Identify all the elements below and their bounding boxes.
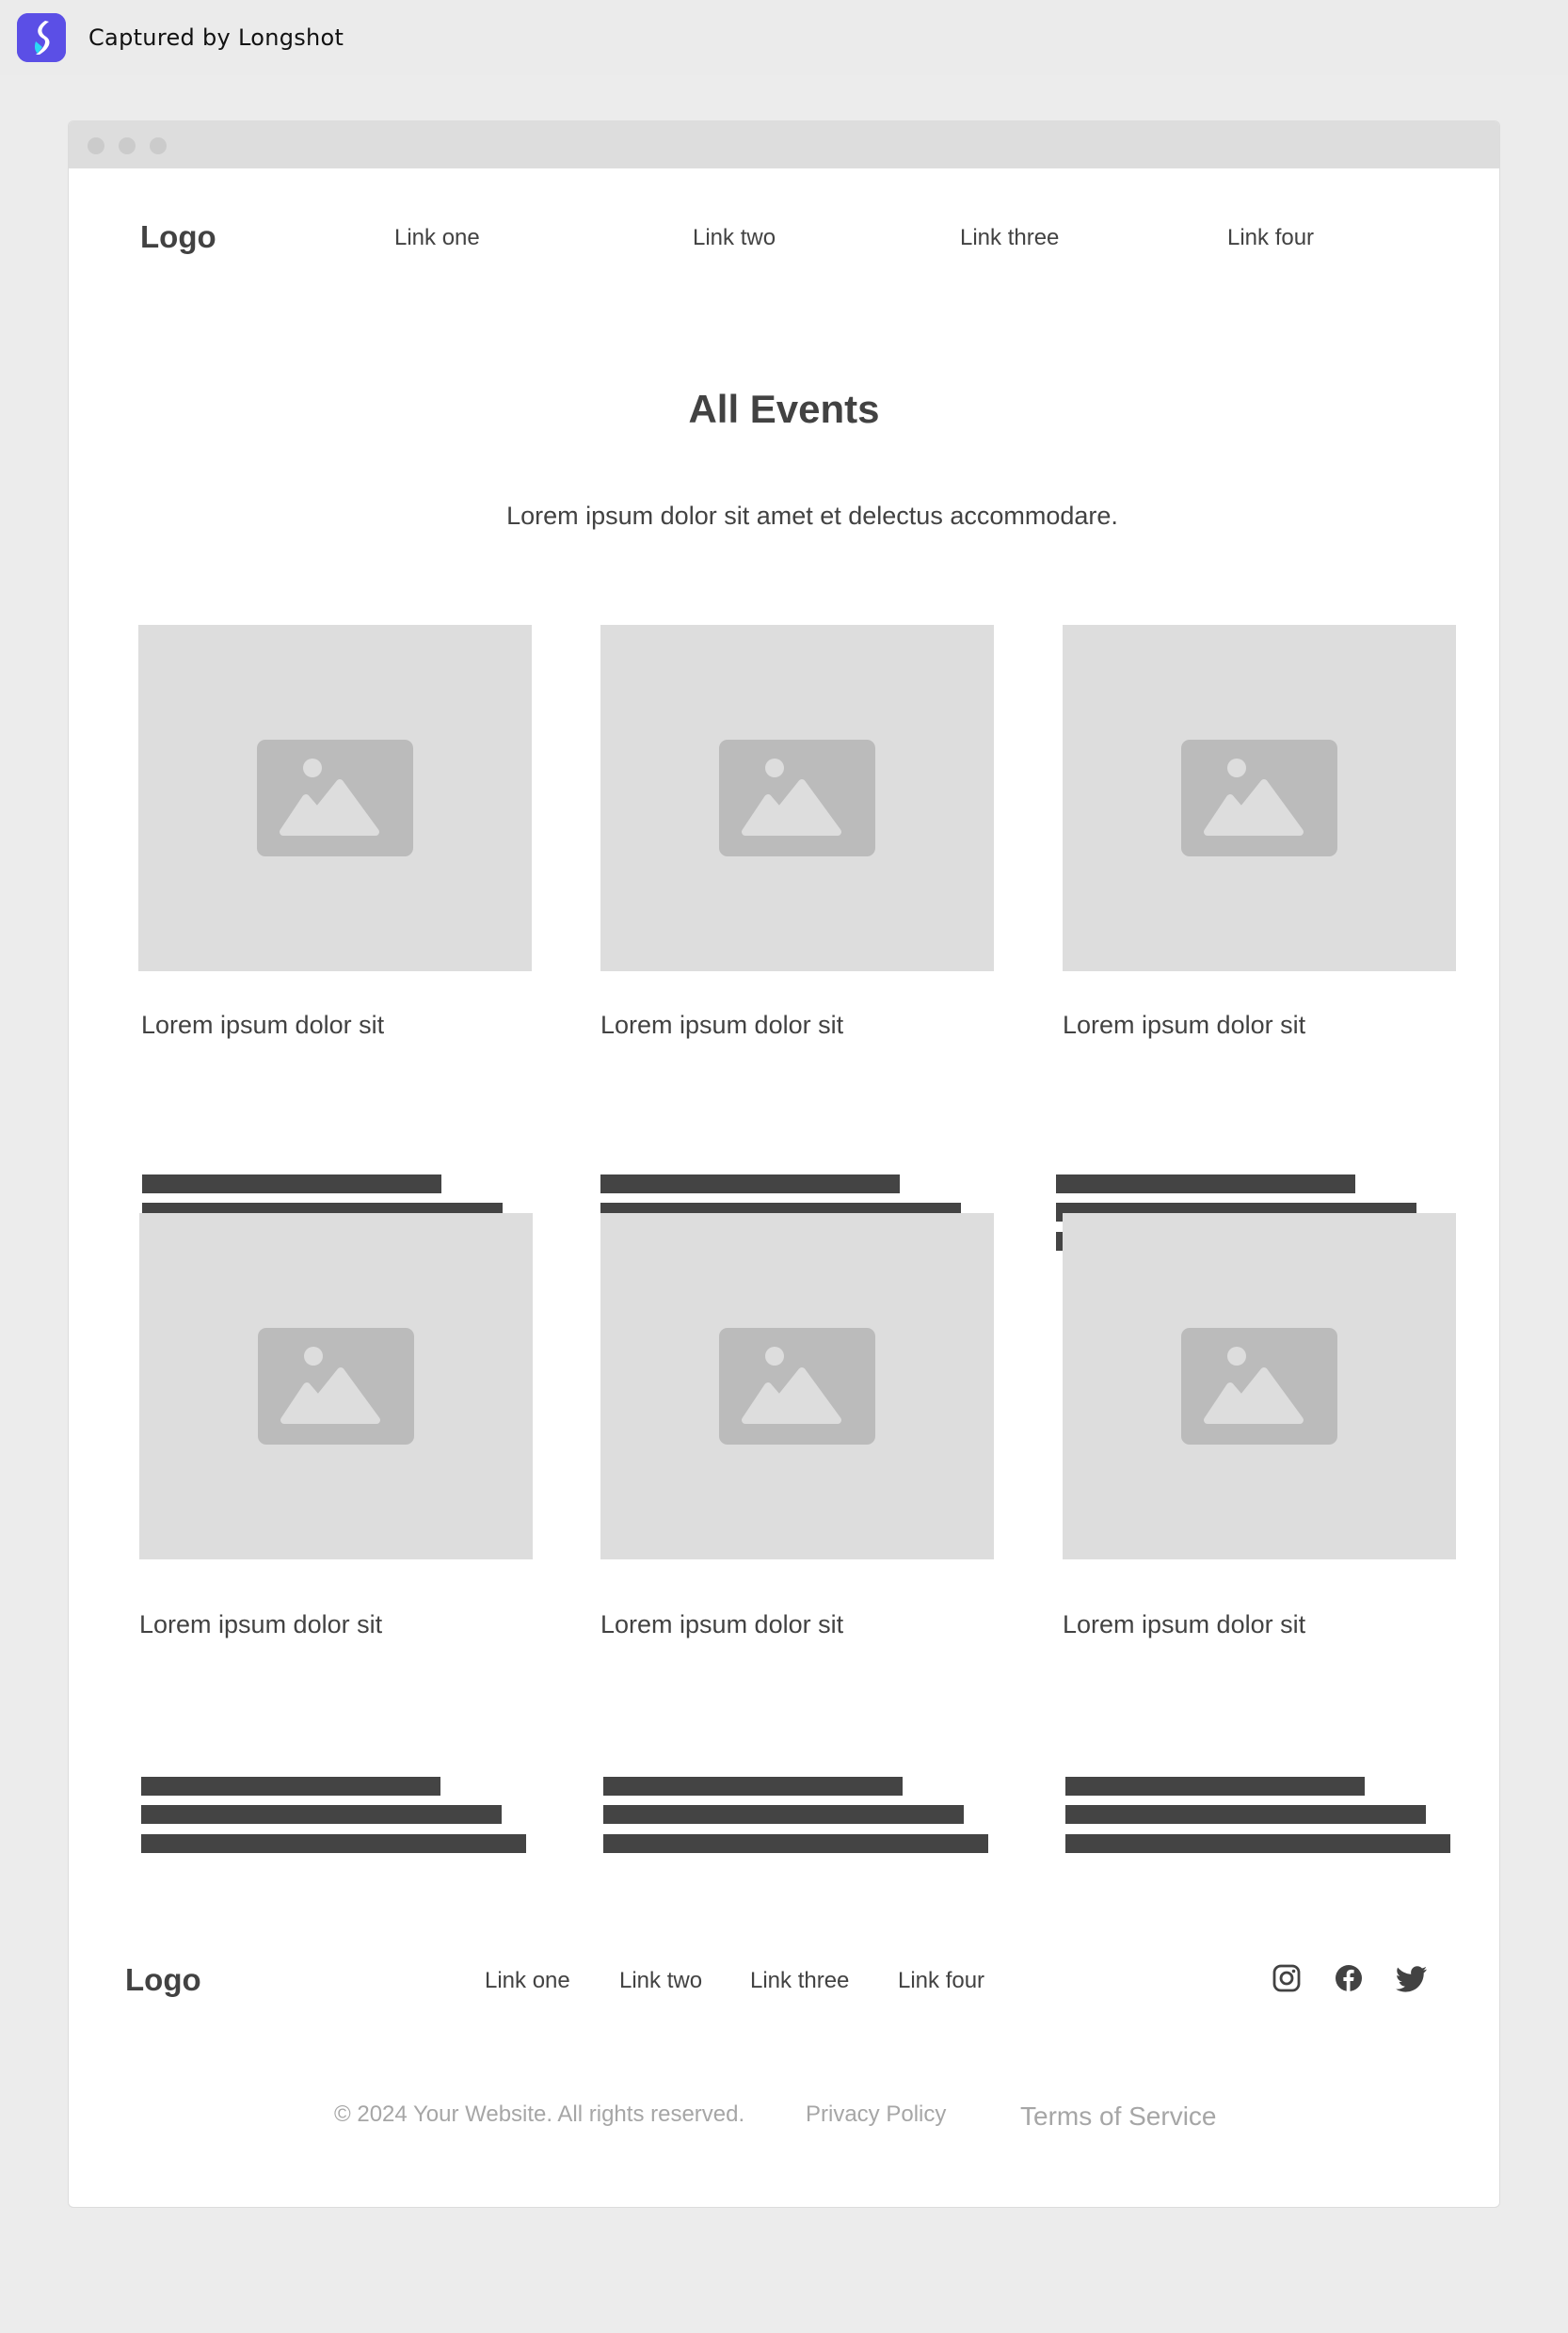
privacy-policy-link[interactable]: Privacy Policy: [806, 2101, 946, 2128]
instagram-icon[interactable]: [1272, 1963, 1302, 1993]
text-line-placeholder: [603, 1834, 988, 1853]
event-title: Lorem ipsum dolor sit: [1063, 1610, 1306, 1638]
event-title: Lorem ipsum dolor sit: [141, 1011, 385, 1039]
event-image-placeholder: [600, 1213, 994, 1559]
event-image-placeholder: [1063, 625, 1456, 971]
browser-window: Logo Link one Link two Link three Link f…: [68, 120, 1500, 2208]
page-title: All Events: [688, 387, 880, 431]
image-placeholder-icon: [719, 1328, 875, 1445]
text-line-placeholder: [1056, 1174, 1355, 1193]
text-line-placeholder: [600, 1174, 900, 1193]
image-placeholder-icon: [1181, 740, 1337, 856]
footer-link-three[interactable]: Link three: [750, 1968, 849, 1994]
image-placeholder-icon: [258, 1328, 414, 1445]
footer-logo[interactable]: Logo: [125, 1962, 201, 1998]
event-image-placeholder: [139, 1213, 533, 1559]
terms-of-service-link[interactable]: Terms of Service: [1020, 2101, 1217, 2132]
capture-title: Captured by Longshot: [88, 24, 344, 51]
event-title: Lorem ipsum dolor sit: [600, 1610, 844, 1638]
footer-link-two[interactable]: Link two: [619, 1968, 702, 1994]
facebook-icon[interactable]: [1334, 1963, 1364, 1993]
window-dot-maximize: [150, 137, 167, 154]
text-line-placeholder: [142, 1174, 441, 1193]
event-title: Lorem ipsum dolor sit: [1063, 1011, 1306, 1039]
copyright-text: © 2024 Your Website. All rights reserved…: [334, 2101, 745, 2127]
window-dot-minimize: [119, 137, 136, 154]
text-line-placeholder: [1065, 1834, 1450, 1853]
window-titlebar: [69, 121, 1499, 168]
page-subtitle: Lorem ipsum dolor sit amet et delectus a…: [506, 502, 1118, 530]
event-image-placeholder: [1063, 1213, 1456, 1559]
text-line-placeholder: [141, 1834, 526, 1853]
event-title: Lorem ipsum dolor sit: [600, 1011, 844, 1039]
nav-link-four[interactable]: Link four: [1227, 225, 1314, 251]
event-image-placeholder: [138, 625, 532, 971]
image-placeholder-icon: [257, 740, 413, 856]
window-dot-close: [88, 137, 104, 154]
text-line-placeholder: [1065, 1805, 1426, 1824]
longshot-app-icon: [17, 13, 66, 62]
nav-link-two[interactable]: Link two: [693, 225, 776, 251]
event-title: Lorem ipsum dolor sit: [139, 1610, 383, 1638]
footer-link-one[interactable]: Link one: [485, 1968, 570, 1994]
header-logo[interactable]: Logo: [140, 219, 216, 255]
image-placeholder-icon: [719, 740, 875, 856]
nav-link-one[interactable]: Link one: [394, 225, 480, 251]
nav-link-three[interactable]: Link three: [960, 225, 1059, 251]
text-line-placeholder: [603, 1805, 964, 1824]
text-line-placeholder: [141, 1777, 440, 1796]
image-placeholder-icon: [1181, 1328, 1337, 1445]
text-line-placeholder: [603, 1777, 903, 1796]
capture-bar: Captured by Longshot: [0, 0, 1568, 75]
twitter-icon[interactable]: [1396, 1963, 1428, 1993]
event-image-placeholder: [600, 625, 994, 971]
text-line-placeholder: [141, 1805, 502, 1824]
footer-link-four[interactable]: Link four: [898, 1968, 984, 1994]
text-line-placeholder: [1065, 1777, 1365, 1796]
